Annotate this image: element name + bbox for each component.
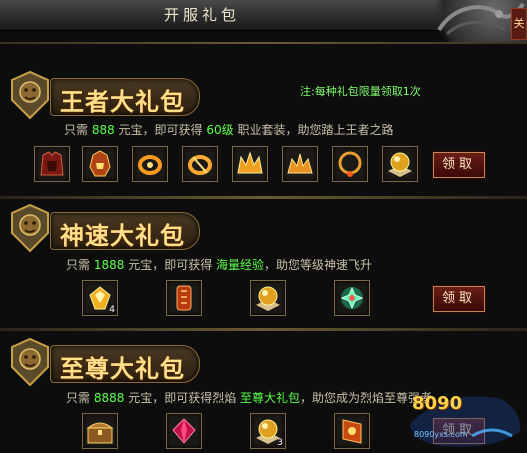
- item-slot-orb[interactable]: [382, 146, 418, 182]
- limit-note: 注:每种礼包限量领取1次: [300, 85, 421, 98]
- lion-emblem-icon: [8, 70, 52, 120]
- item-slot-book[interactable]: [334, 413, 370, 449]
- item-count: 3: [277, 438, 283, 448]
- lion-emblem-icon: [8, 337, 52, 387]
- pack-title: 至尊大礼包: [60, 355, 185, 383]
- red-gem-icon: [172, 418, 196, 444]
- item-slot-scroll[interactable]: [166, 280, 202, 316]
- item-slot-gold-crystal[interactable]: 4: [82, 280, 118, 316]
- claim-button-king[interactable]: 领取: [433, 152, 485, 178]
- bracer-icon: [138, 155, 162, 175]
- item-slot-armor[interactable]: [34, 146, 70, 182]
- watermark-url: 8090yxs.com: [414, 430, 468, 439]
- helmet-icon: [89, 150, 111, 177]
- pack-title: 神速大礼包: [60, 222, 185, 250]
- pack-title: 王者大礼包: [60, 88, 185, 116]
- section-divider: [0, 328, 527, 331]
- item-count: 4: [109, 305, 115, 315]
- claim-button-speed[interactable]: 领取: [433, 286, 485, 312]
- item-slot-orb[interactable]: 3: [250, 413, 286, 449]
- pack-description: 只需 8888 元宝，即可获得烈焰 至尊大礼包，助您成为烈焰至尊强者: [66, 391, 433, 405]
- header-divider: [0, 42, 527, 44]
- watermark-text: 8090: [412, 393, 463, 414]
- item-slot-crown-2[interactable]: [282, 146, 318, 182]
- green-gem-icon: [340, 286, 364, 310]
- scroll-icon: [176, 285, 192, 311]
- item-slot-helmet[interactable]: [82, 146, 118, 182]
- item-slot-bracer-1[interactable]: [132, 146, 168, 182]
- orb-icon: [256, 286, 280, 311]
- bracer-icon: [188, 155, 212, 175]
- item-slot-green-gem[interactable]: [334, 280, 370, 316]
- item-slot-treasure-chest[interactable]: [82, 413, 118, 449]
- crown-icon: [287, 153, 313, 174]
- treasure-chest-icon: [86, 422, 114, 444]
- pack-description: 只需 1888 元宝，即可获得 海量经验，助您等级神速飞升: [66, 258, 373, 272]
- item-slot-necklace[interactable]: [332, 146, 368, 182]
- necklace-icon: [338, 151, 362, 177]
- item-slot-red-gem[interactable]: [166, 413, 202, 449]
- window-title: 开服礼包: [164, 6, 241, 24]
- section-divider: [0, 196, 527, 199]
- item-slot-crown-1[interactable]: [232, 146, 268, 182]
- orb-icon: [388, 152, 412, 177]
- armor-icon: [40, 151, 64, 176]
- close-button[interactable]: 关: [511, 8, 527, 40]
- crown-icon: [237, 151, 263, 174]
- book-icon: [342, 419, 362, 444]
- item-slot-bracer-2[interactable]: [182, 146, 218, 182]
- pack-description: 只需 888 元宝，即可获得 60级 职业套装，助您踏上王者之路: [64, 123, 394, 137]
- item-slot-orb[interactable]: [250, 280, 286, 316]
- lion-emblem-icon: [8, 203, 52, 253]
